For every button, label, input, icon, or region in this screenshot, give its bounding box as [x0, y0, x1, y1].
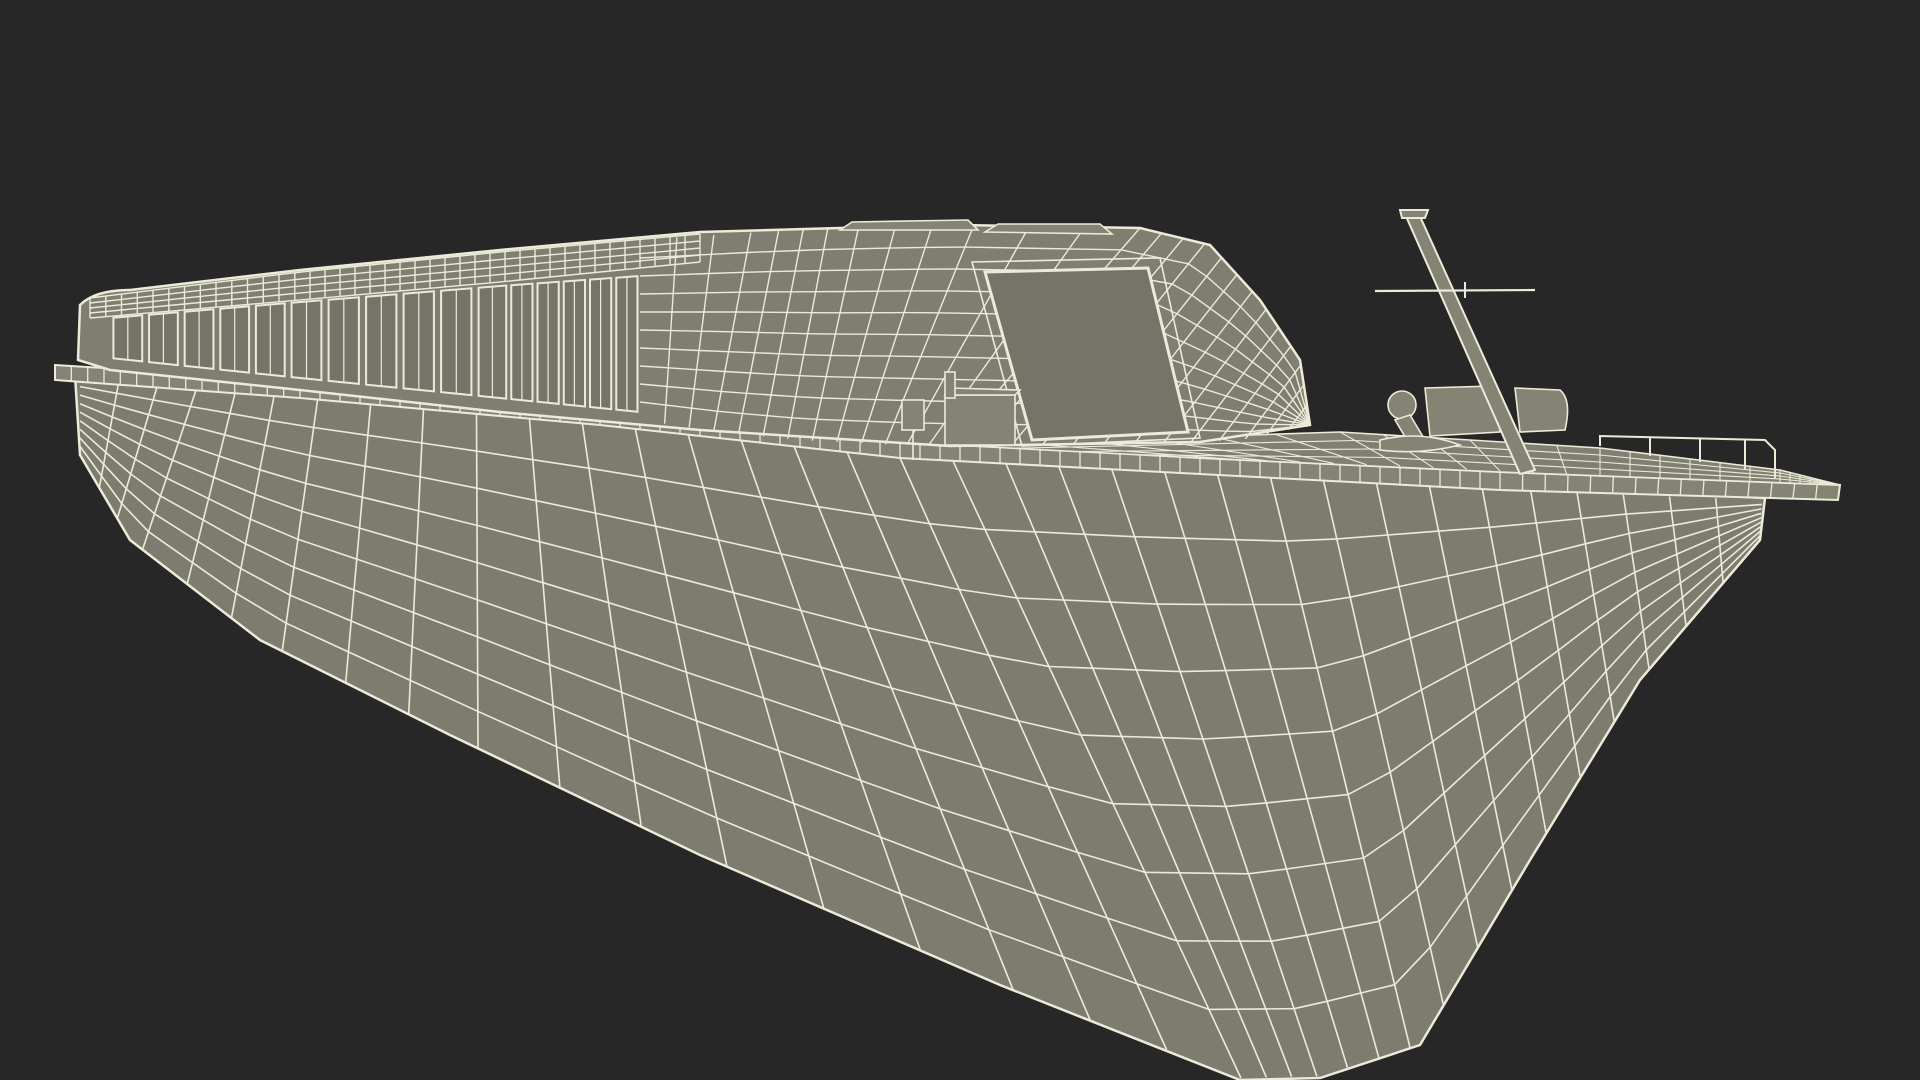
cabin-wire-horizontal — [868, 420, 895, 423]
cabin-wire-horizontal — [882, 377, 912, 380]
cabin-wire-horizontal — [975, 379, 1008, 382]
cabin-wire-horizontal — [728, 351, 755, 354]
cabin-wire-horizontal — [853, 247, 890, 250]
cabin-wire-horizontal — [732, 331, 759, 334]
cabin-wire-horizontal — [701, 330, 733, 333]
hull-wire-horizontal — [1144, 871, 1180, 874]
cabin-wire-horizontal — [783, 332, 808, 335]
hull-wire-horizontal — [1150, 803, 1189, 807]
cabin-wire-horizontal — [956, 268, 1005, 271]
cabin-wire-horizontal — [889, 246, 926, 249]
cabin-wire-horizontal — [673, 292, 707, 295]
hull-wire-horizontal — [1188, 804, 1226, 808]
foredeck-wire — [1222, 449, 1272, 451]
cabin-wire-horizontal — [955, 356, 991, 359]
hull-wire-horizontal — [1179, 872, 1215, 875]
deck-wire — [1612, 476, 1614, 494]
cabin-wire-horizontal — [854, 376, 883, 379]
cabin-wire-horizontal — [639, 292, 674, 295]
cabin-wire-horizontal — [743, 270, 771, 273]
hull-wire-horizontal — [1180, 669, 1226, 673]
cabin-wire-horizontal — [779, 353, 804, 356]
deck-wire — [1589, 475, 1592, 493]
cabin-wire-horizontal — [799, 375, 827, 378]
cabin-wire-horizontal — [883, 268, 919, 271]
cabin-wire-horizontal — [706, 291, 740, 294]
cabin-wire-horizontal — [758, 331, 784, 334]
cabin-wire-horizontal — [799, 248, 824, 252]
cabin-wire-horizontal — [929, 334, 969, 337]
cabin-wire-horizontal — [823, 248, 854, 251]
cabin-wire-horizontal — [754, 352, 780, 355]
cabin-wire-horizontal — [826, 376, 855, 378]
foredeck-wire — [1261, 455, 1303, 458]
cabin-wire-horizontal — [821, 397, 849, 400]
hull-wire-horizontal — [1213, 872, 1249, 875]
roof-hatch-2 — [982, 223, 1115, 235]
cabin-wire-horizontal — [911, 377, 944, 380]
cabin-wire-horizontal — [875, 398, 904, 402]
cabin-wire-horizontal — [639, 329, 671, 332]
cabin-wire-horizontal — [670, 329, 702, 332]
foredeck-wire — [1178, 454, 1221, 457]
cabin-wire-horizontal — [947, 290, 993, 293]
cabin-wire-horizontal — [803, 354, 831, 357]
cabin-wire-horizontal — [795, 269, 820, 272]
cabin-wire-horizontal — [849, 269, 884, 271]
deck-wire — [1634, 477, 1637, 495]
3d-viewport — [0, 0, 1920, 1080]
cabin-wire-horizontal — [964, 246, 1018, 249]
boat-render — [0, 0, 1920, 1080]
cabin-wire-horizontal — [1016, 247, 1070, 250]
cabin-wire-horizontal — [770, 270, 796, 273]
cabin-wire-horizontal — [848, 398, 876, 401]
cabin-wire-horizontal — [1200, 429, 1227, 432]
cabin-wire-horizontal — [1068, 248, 1122, 251]
roof-hatch-1 — [837, 219, 980, 231]
cabin-wire-horizontal — [938, 312, 981, 315]
cabin-wire-horizontal — [968, 334, 1007, 337]
foredeck-wire — [1343, 456, 1386, 459]
hull-wire-horizontal — [1112, 802, 1151, 806]
cabin-wire-horizontal — [842, 419, 869, 422]
cabin-wire-horizontal — [920, 355, 956, 358]
cabin-wire-horizontal — [816, 418, 843, 421]
cabin-wire-horizontal — [889, 355, 921, 358]
cabin-wire-horizontal — [774, 249, 800, 253]
